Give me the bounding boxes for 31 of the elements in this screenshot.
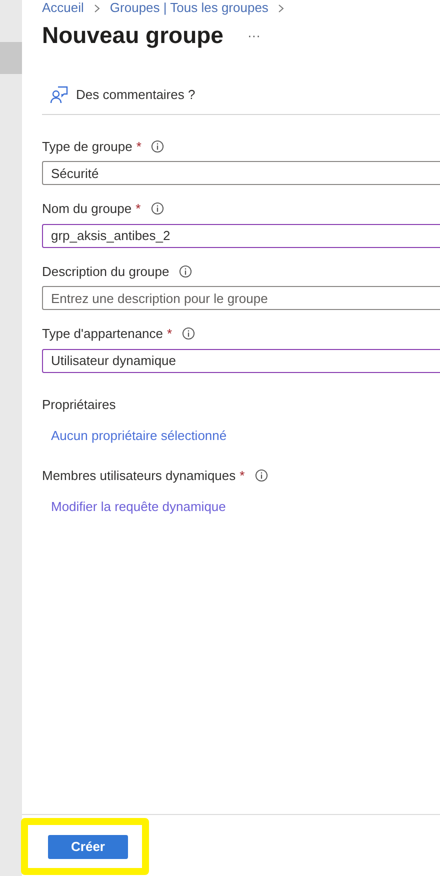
more-button[interactable]: ··· [247, 26, 260, 45]
owners-label: Propriétaires [42, 396, 116, 414]
required-mark: * [136, 138, 142, 156]
input-field[interactable]: Utilisateur dynamique [42, 348, 440, 372]
field-label: Membres utilisateurs dynamiques [42, 466, 236, 485]
required-mark: * [167, 325, 172, 343]
page-title: Nouveau groupe [42, 21, 224, 50]
info-icon [182, 327, 196, 340]
breadcrumb-link[interactable]: Accueil [42, 0, 84, 18]
edit-query-link[interactable]: Modifier la requête dynamique [51, 497, 226, 516]
required-mark: * [136, 200, 141, 218]
chevron-icon [94, 4, 100, 12]
required-mark: * [240, 466, 245, 484]
owners-link[interactable]: Aucun propriétaire sélectionné [51, 426, 227, 446]
info-icon [151, 140, 164, 153]
info-icon [254, 468, 268, 482]
info-icon [150, 202, 164, 216]
field-label: Nom du groupe [42, 200, 132, 218]
breadcrumb-link[interactable]: Groupes | Tous les groupes [110, 0, 268, 18]
field-label: Type d'appartenance [42, 325, 164, 343]
field-label: Description du groupe [42, 262, 170, 281]
create-button[interactable]: Créer [48, 834, 128, 858]
feedback-icon [50, 86, 68, 104]
scroll-thumb[interactable] [0, 42, 22, 74]
input-field[interactable]: grp_aksis_antibes_2 [42, 224, 440, 248]
input-field[interactable]: Entrez une description pour le groupe [42, 286, 440, 310]
field-label: Type de groupe [42, 138, 132, 156]
info-icon [179, 264, 192, 278]
input-field[interactable]: Sécurité [42, 161, 440, 185]
feedback-link[interactable]: Des commentaires ? [76, 85, 196, 105]
chevron-icon [278, 4, 284, 12]
